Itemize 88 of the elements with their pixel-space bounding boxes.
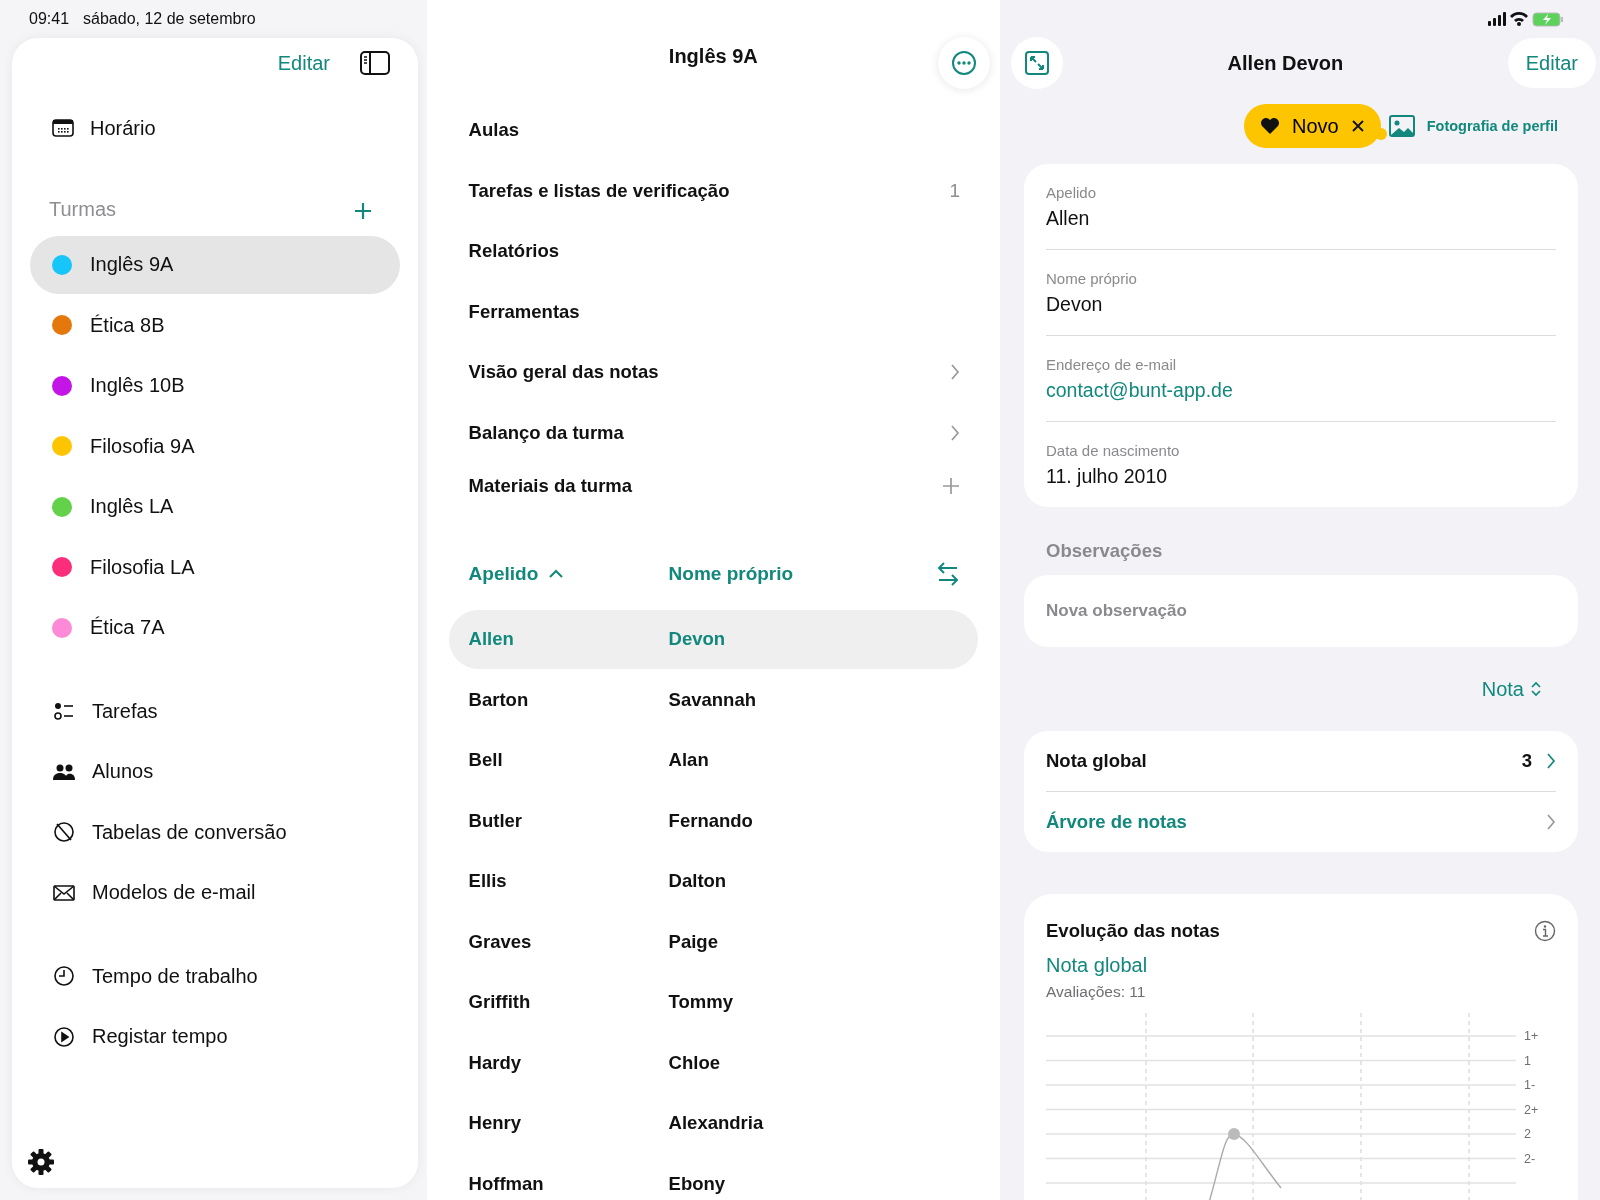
- class-item[interactable]: Ética 7A: [30, 598, 400, 657]
- chevron-icon: [950, 423, 960, 442]
- student-row[interactable]: Hoffman Ebony: [448, 1154, 978, 1200]
- y-axis-label: 1: [1524, 1053, 1531, 1068]
- more-icon: [950, 49, 978, 77]
- sidebar-toggle-icon[interactable]: [360, 51, 390, 75]
- field-value: Allen: [1046, 206, 1091, 230]
- grade-value: 3: [1521, 750, 1532, 772]
- class-item[interactable]: Filosofia LA: [30, 538, 400, 597]
- section-title: Observações: [1046, 540, 1163, 562]
- class-item[interactable]: Inglês 9A: [30, 235, 400, 294]
- class-item[interactable]: Ética 8B: [30, 296, 400, 355]
- sort-button[interactable]: Nota: [1481, 677, 1542, 701]
- student-row[interactable]: Hardy Chloe: [448, 1033, 978, 1093]
- y-axis-label: 2-: [1524, 1151, 1536, 1166]
- sidebar-item[interactable]: Modelos de e-mail: [92, 881, 256, 905]
- menu-item[interactable]: Aulas: [468, 119, 519, 142]
- clock-icon: [52, 964, 76, 989]
- student-row[interactable]: Butler Fernando: [448, 791, 978, 851]
- field-label: Data de nascimento: [1046, 441, 1181, 459]
- y-axis-label: 1-: [1524, 1078, 1536, 1092]
- menu-item[interactable]: Relatórios: [468, 240, 560, 263]
- sidebar-item[interactable]: Tarefas: [92, 699, 158, 723]
- class-item[interactable]: Inglês 10B: [30, 356, 400, 415]
- expand-button[interactable]: [1011, 37, 1063, 89]
- student-row[interactable]: Allen Devon: [448, 609, 978, 669]
- more-button[interactable]: [938, 37, 990, 89]
- sidebar-item[interactable]: Tempo de trabalho: [92, 964, 258, 988]
- student-name-title: Allen Devon: [1227, 51, 1344, 75]
- y-axis-label: 1+: [1524, 1029, 1539, 1043]
- student-row[interactable]: Barton Savannah: [448, 670, 978, 730]
- edit-button[interactable]: Editar: [277, 51, 330, 75]
- image-icon: [1388, 115, 1415, 137]
- sidebar-item[interactable]: Registar tempo: [92, 1025, 228, 1049]
- sidebar-item[interactable]: Horário: [90, 116, 156, 140]
- swap-icon[interactable]: [936, 561, 960, 587]
- chevron-icon: [1546, 752, 1556, 770]
- field-label: Nome próprio: [1046, 269, 1138, 287]
- student-row[interactable]: Griffith Tommy: [448, 972, 978, 1032]
- class-item[interactable]: Inglês LA: [30, 477, 400, 536]
- close-icon[interactable]: [1350, 119, 1365, 133]
- section-title: Turmas: [49, 198, 117, 221]
- student-row[interactable]: Graves Paige: [448, 912, 978, 972]
- sidebar-item[interactable]: Alunos: [92, 760, 154, 784]
- class-item[interactable]: Filosofia 9A: [30, 417, 400, 476]
- chevron-icon: [1546, 813, 1556, 831]
- menu-item[interactable]: Materiais da turma: [468, 475, 633, 497]
- expand-icon: [1024, 50, 1050, 76]
- menu-item[interactable]: Balanço da turma: [468, 421, 624, 444]
- y-axis-label: 2: [1524, 1127, 1531, 1141]
- chart-title: Evolução das notas: [1046, 920, 1220, 942]
- field-value: Devon: [1046, 292, 1104, 316]
- grade-tree-link[interactable]: Árvore de notas: [1046, 811, 1187, 833]
- calendar-icon: [52, 118, 74, 139]
- chevron-icon: [950, 363, 960, 382]
- column-header[interactable]: Nome próprio: [668, 563, 794, 585]
- email-link[interactable]: contact@bunt-app.de: [1046, 378, 1556, 402]
- student-row[interactable]: Ellis Dalton: [448, 851, 978, 911]
- field-label: Endereço de e-mail: [1046, 355, 1178, 373]
- status-time: 09:41: [29, 10, 70, 28]
- student-row[interactable]: Bell Alan: [448, 730, 978, 790]
- add-icon[interactable]: [942, 477, 960, 495]
- grade-label[interactable]: Nota global: [1046, 750, 1147, 772]
- up-down-chevron-icon: [1530, 680, 1542, 698]
- student-row[interactable]: Henry Alexandria: [448, 1093, 978, 1153]
- menu-item[interactable]: Tarefas e listas de verificação: [468, 179, 730, 202]
- y-axis-label: 2+: [1524, 1102, 1539, 1117]
- field-label: Apelido: [1046, 183, 1098, 201]
- slashed-circle-icon: [52, 820, 76, 845]
- class-title: Inglês 9A: [668, 45, 758, 68]
- play-icon: [52, 1024, 76, 1049]
- profile-photo-link[interactable]: Fotografia de perfil: [1388, 115, 1558, 137]
- settings-icon[interactable]: [27, 1148, 55, 1176]
- sort-ascending-icon: [548, 569, 565, 579]
- menu-item[interactable]: Visão geral das notas: [468, 361, 659, 384]
- status-date: sábado, 12 de setembro: [83, 10, 256, 28]
- tag-chip[interactable]: Novo: [1243, 104, 1381, 148]
- menu-item[interactable]: Ferramentas: [468, 300, 580, 323]
- heart-icon: [1259, 117, 1280, 135]
- ratings-count: Avaliações: 11: [1046, 983, 1147, 1001]
- edit-button[interactable]: Editar: [1507, 38, 1596, 88]
- series-label[interactable]: Nota global: [1046, 954, 1556, 977]
- item-count: 1: [949, 179, 960, 202]
- field-value: 11. julho 2010: [1046, 464, 1169, 488]
- info-icon[interactable]: [1534, 920, 1556, 942]
- sidebar-item[interactable]: Tabelas de conversão: [92, 820, 287, 844]
- note-field[interactable]: Nova observação: [1024, 575, 1578, 647]
- column-header[interactable]: Apelido: [468, 563, 565, 585]
